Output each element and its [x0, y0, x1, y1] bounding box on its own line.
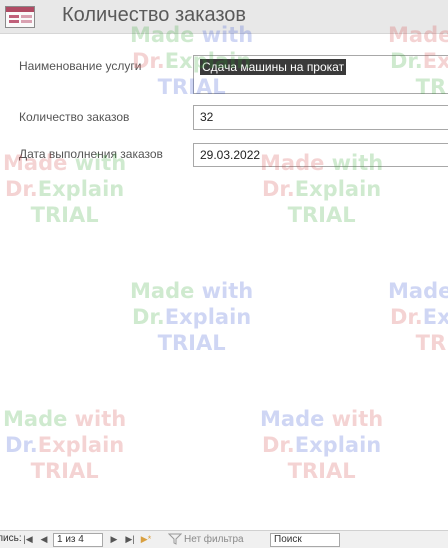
order-count-field[interactable]: 32 [193, 105, 448, 130]
service-name-field[interactable]: Сдача машины на прокат [193, 55, 448, 94]
service-name-label: Наименование услуги [19, 59, 142, 73]
last-record-icon[interactable]: ▶| [124, 533, 136, 546]
watermark: Made with Dr.Explain TRIAL [3, 407, 127, 483]
record-position-input[interactable]: 1 из 4 [53, 533, 103, 547]
filter-button[interactable]: Нет фильтра [168, 533, 244, 545]
record-navigation-bar: Запись: |◀ ◀ 1 из 4 ▶ ▶| ▶* Нет фильтра … [0, 530, 448, 548]
watermark: Made with Dr.Explain TRIAL [260, 407, 384, 483]
service-name-value: Сдача машины на прокат [200, 59, 347, 75]
watermark: Made with Dr.Explain TRIAL [3, 151, 127, 227]
records-label: Запись: [0, 533, 22, 544]
first-record-icon[interactable]: |◀ [22, 533, 34, 546]
completion-date-field[interactable]: 29.03.2022 [193, 143, 448, 167]
filter-icon [168, 533, 182, 545]
new-record-icon[interactable]: ▶* [140, 533, 152, 546]
order-count-label: Количество заказов [19, 110, 130, 124]
watermark: Made with Dr.Explain TRIAL [388, 279, 448, 355]
next-record-icon[interactable]: ▶ [108, 533, 120, 546]
previous-record-icon[interactable]: ◀ [38, 533, 50, 546]
filter-label: Нет фильтра [184, 533, 244, 545]
form-header: Количество заказов [0, 0, 448, 34]
search-input[interactable]: Поиск [270, 533, 340, 547]
completion-date-label: Дата выполнения заказов [19, 147, 163, 161]
form-title: Количество заказов [62, 4, 247, 26]
form-icon [5, 6, 35, 28]
watermark: Made with Dr.Explain TRIAL [130, 279, 254, 355]
